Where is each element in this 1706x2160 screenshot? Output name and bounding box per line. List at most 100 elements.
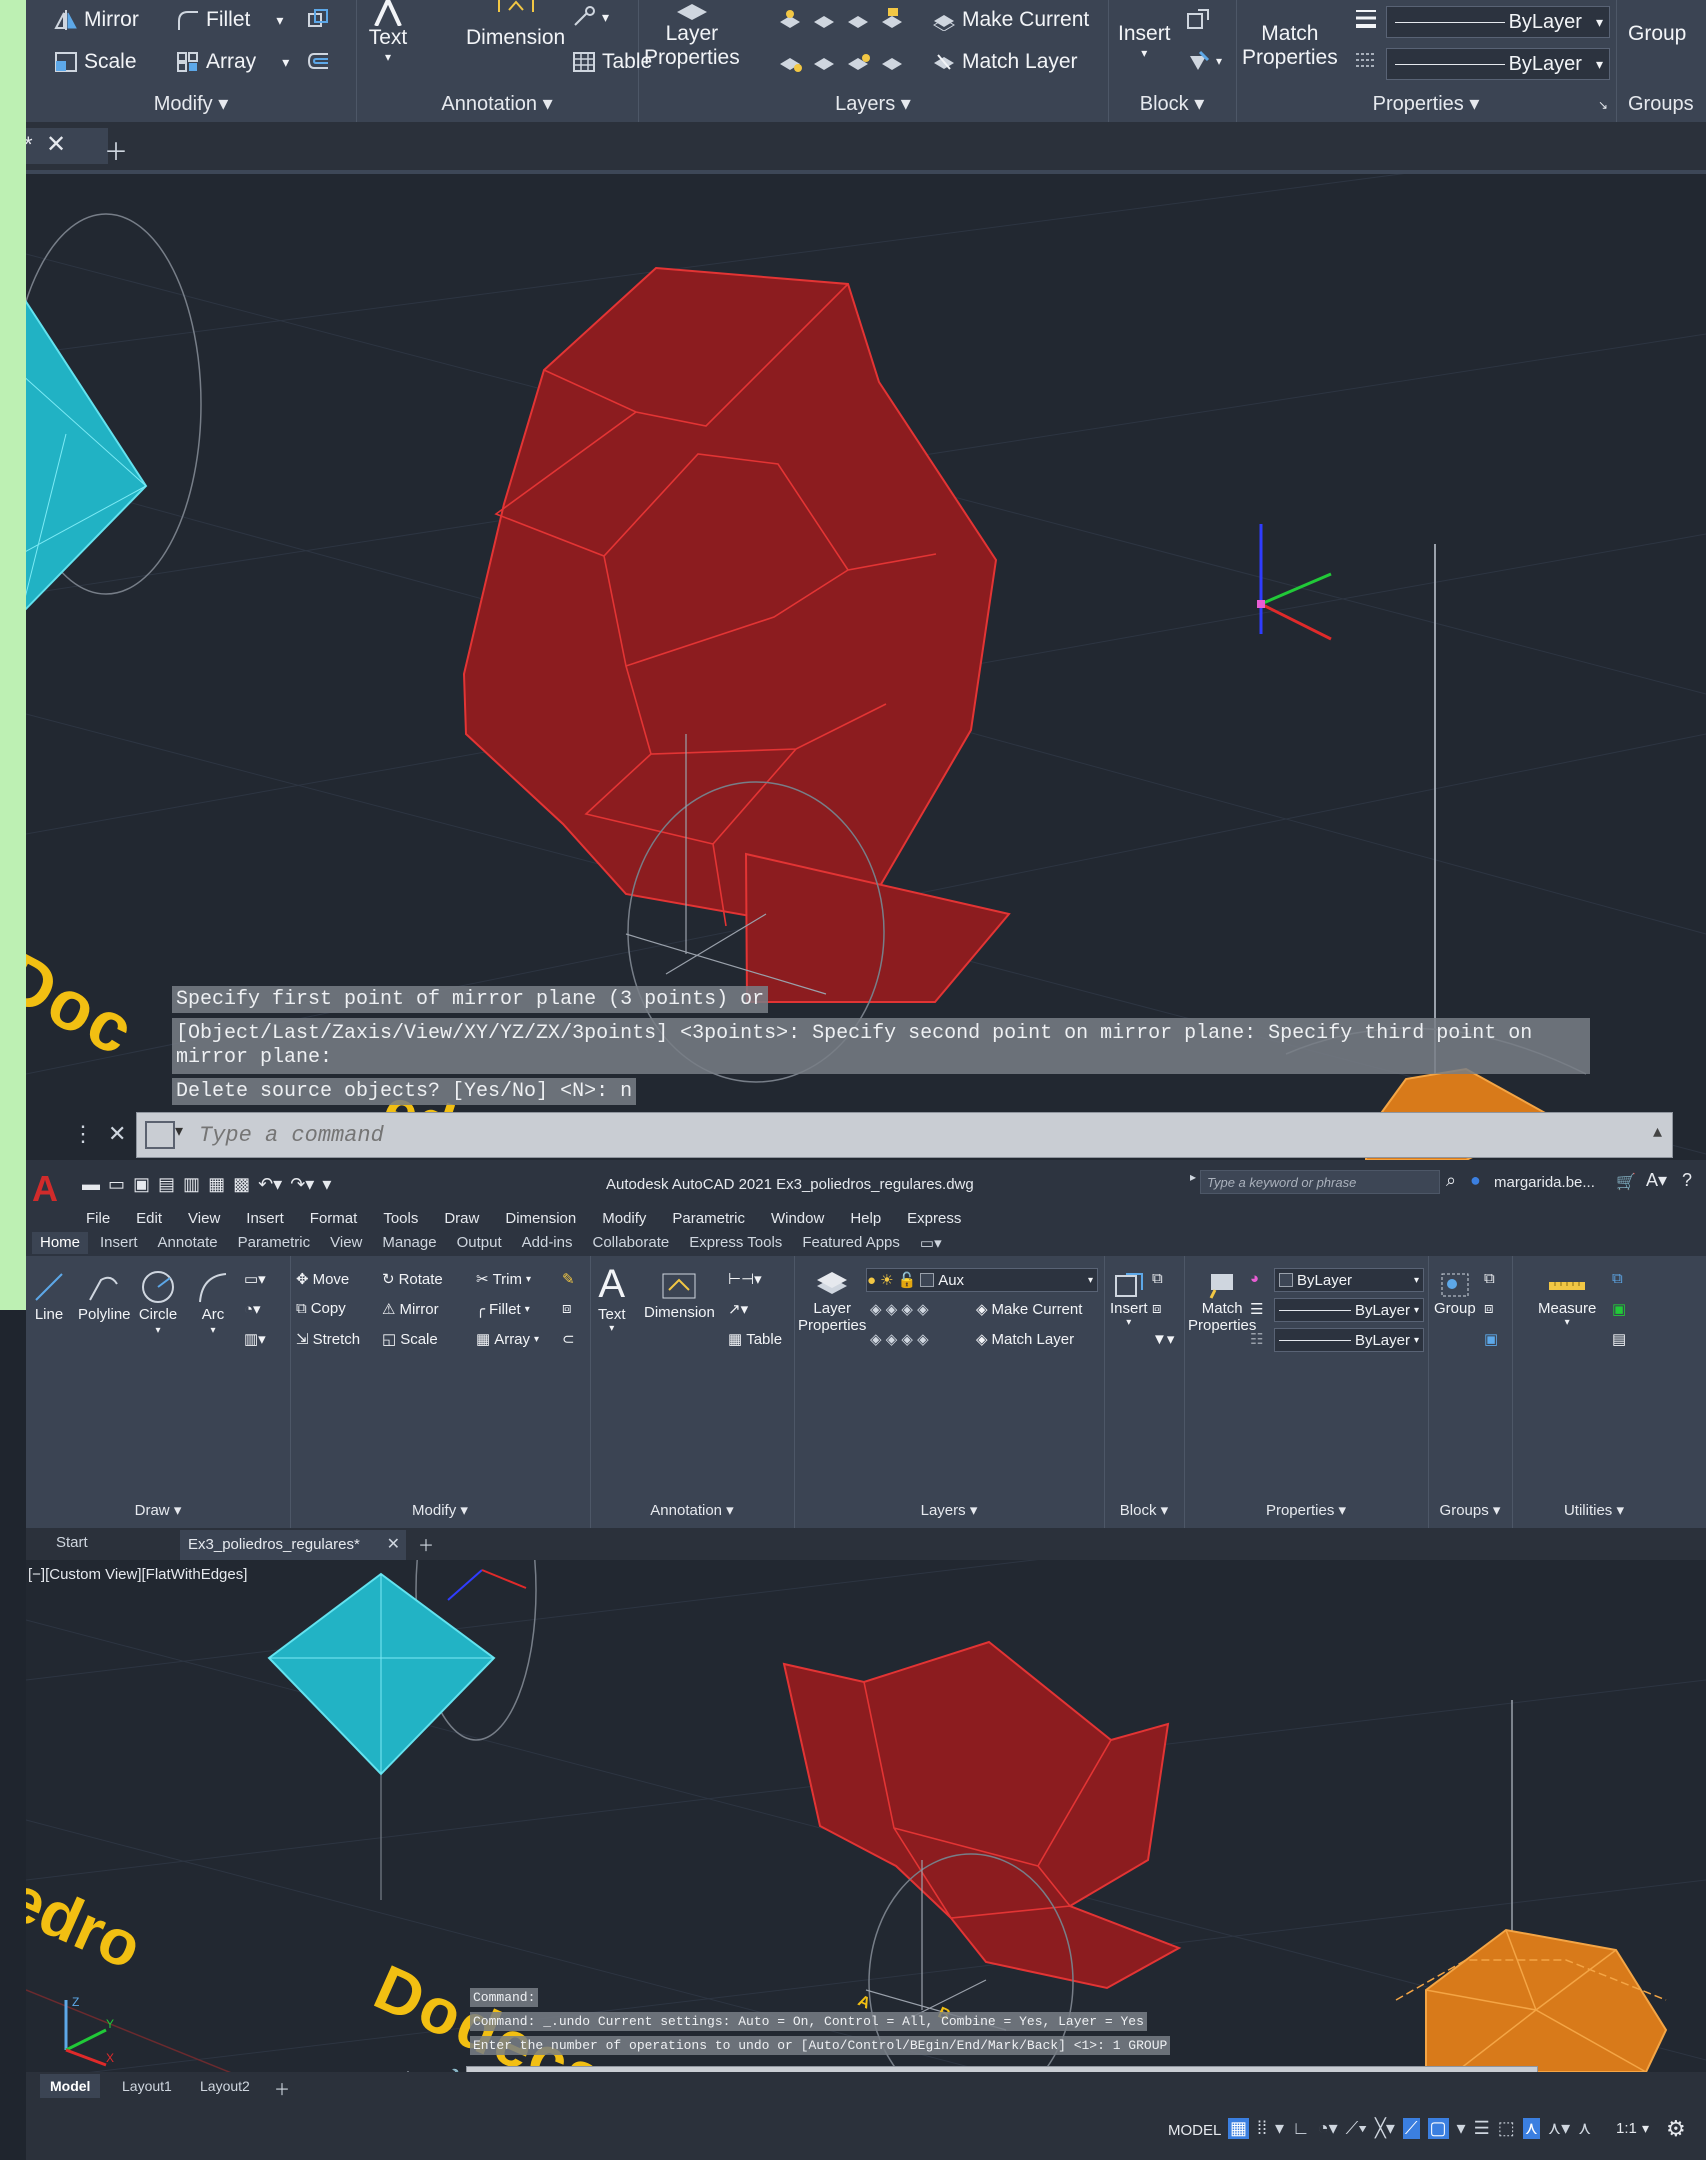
linetype-icon[interactable]: ☷ — [1250, 1330, 1263, 1348]
help-icon[interactable]: ? — [1682, 1170, 1692, 1191]
ribbon-panel-title-block[interactable]: Block ▾ — [1108, 91, 1236, 116]
make-current-button[interactable]: ◈ Make Current — [976, 1300, 1082, 1319]
save-icon[interactable]: ▣ — [133, 1174, 150, 1195]
customize-qat-icon[interactable]: ▾ — [322, 1174, 331, 1195]
chevron-down-icon[interactable]: ▾ — [525, 1304, 530, 1315]
polyline-button[interactable]: Polyline — [78, 1270, 131, 1323]
command-line-bar[interactable]: ▾ ▴ — [136, 1112, 1673, 1158]
explode-button[interactable] — [306, 8, 330, 30]
snap-icon[interactable]: ⁞⁞ — [1257, 2118, 1267, 2139]
lineweight-display-icon[interactable]: ☰ — [1474, 2118, 1490, 2139]
lineweight-icon[interactable]: ☰ — [1250, 1300, 1263, 1318]
edit-block-button[interactable]: ⧈ — [1152, 1300, 1162, 1317]
edit-attributes-button[interactable]: ▾ — [1186, 50, 1222, 72]
edit-attributes-dropdown-icon[interactable]: ▾ — [1216, 54, 1222, 68]
line-button[interactable]: Line — [32, 1270, 66, 1323]
drawing-viewport[interactable]: Doc ed Specify first point of mirror pla… — [26, 174, 1706, 1160]
color-wheel-icon[interactable]: ◕ — [1250, 1270, 1259, 1287]
menu-format[interactable]: Format — [310, 1210, 358, 1227]
ribbon-panel-title-block[interactable]: Block ▾ — [1104, 1501, 1184, 1519]
menu-edit[interactable]: Edit — [136, 1210, 162, 1227]
measure-button[interactable]: Measure ▾ — [1538, 1270, 1596, 1328]
tab-layout2[interactable]: Layout2 — [200, 2078, 250, 2094]
menu-dimension[interactable]: Dimension — [505, 1210, 576, 1227]
make-current-button[interactable]: Make Current — [932, 8, 1089, 32]
menu-modify[interactable]: Modify — [602, 1210, 646, 1227]
create-block-button[interactable]: ⧉ — [1152, 1270, 1163, 1287]
tab-parametric[interactable]: Parametric — [230, 1232, 319, 1254]
tab-view[interactable]: View — [322, 1232, 370, 1254]
chevron-down-icon[interactable]: ▾ — [526, 1274, 531, 1285]
panel-launcher-icon[interactable]: ↘ — [1598, 98, 1608, 112]
match-layer-button[interactable]: Match Layer — [932, 50, 1078, 74]
menu-view[interactable]: View — [188, 1210, 220, 1227]
chevron-down-icon[interactable]: ▾ — [175, 1121, 183, 1141]
new-tab-icon[interactable]: ＋ — [418, 1532, 434, 1556]
command-input[interactable] — [197, 1117, 1621, 1153]
insert-button[interactable]: Insert ▾ — [1110, 1270, 1148, 1328]
ribbon-panel-title-layers[interactable]: Layers ▾ — [638, 91, 1108, 116]
layer-combo[interactable]: ● ☀ 🔓 Aux ▾ — [866, 1268, 1098, 1292]
tab-manage[interactable]: Manage — [374, 1232, 444, 1254]
layer-properties-button[interactable]: Layer Properties — [644, 2, 740, 70]
mirror-button[interactable]: ⚠ Mirror — [382, 1300, 439, 1319]
selection-cycling-icon[interactable]: ⬚ — [1498, 2118, 1515, 2139]
document-tab-active[interactable]: Ex3_poliedros_regulares* ✕ — [180, 1530, 406, 1560]
tab-layout1[interactable]: Layout1 — [122, 2078, 172, 2094]
lineweight-combo[interactable]: ByLayer ▾ — [1386, 6, 1610, 38]
scale-button[interactable]: ◱ Scale — [382, 1330, 438, 1349]
create-block-button[interactable] — [1186, 8, 1210, 30]
ribbon-panel-title-annotation[interactable]: Annotation ▾ — [590, 1501, 794, 1519]
annotation-scale-icon[interactable]: ⋏ — [1578, 2118, 1591, 2139]
save-as-icon[interactable]: ▤ — [158, 1174, 175, 1195]
ortho-icon[interactable]: ∟ — [1292, 2118, 1310, 2139]
tab-collaborate[interactable]: Collaborate — [584, 1232, 677, 1254]
tab-insert[interactable]: Insert — [92, 1232, 146, 1254]
menu-window[interactable]: Window — [771, 1210, 824, 1227]
dimension-button[interactable]: Dimension — [466, 0, 565, 50]
fillet-button[interactable]: ╭ Fillet ▾ — [476, 1300, 530, 1319]
polar-icon[interactable]: ◔▾ — [1318, 2118, 1338, 2139]
boundary-button[interactable]: ▥▾ — [244, 1330, 266, 1348]
lineweight-icon[interactable] — [1354, 8, 1378, 30]
menu-express[interactable]: Express — [907, 1210, 961, 1227]
tab-annotate[interactable]: Annotate — [150, 1232, 226, 1254]
open-file-icon[interactable]: ▭ — [108, 1174, 125, 1195]
group-button[interactable]: Group — [1434, 1270, 1476, 1317]
match-layer-button[interactable]: ◈ Match Layer — [976, 1330, 1074, 1349]
ribbon-panel-title-draw[interactable]: Draw ▾ — [26, 1501, 290, 1519]
array-button[interactable]: Array ▾ — [176, 50, 289, 74]
copy-button[interactable]: ⧉ Copy — [296, 1300, 346, 1317]
tab-model[interactable]: Model — [40, 2074, 101, 2098]
grid-icon[interactable]: ▦ — [1228, 2118, 1250, 2139]
object-snap-tracking-icon[interactable]: ╳▾ — [1375, 2118, 1395, 2139]
cart-icon[interactable]: 🛒 — [1616, 1172, 1636, 1192]
ribbon-panel-title-groups[interactable]: Groups — [1628, 93, 1706, 116]
drawing-viewport[interactable]: [−][Custom View][FlatWithEdges] edro Dod… — [26, 1560, 1706, 2160]
group-button[interactable]: Group — [1628, 22, 1686, 46]
mirror-button[interactable]: Mirror — [54, 8, 139, 32]
group-selection-button[interactable]: ▣ — [1484, 1330, 1498, 1348]
offset-button[interactable]: ⊂ — [562, 1330, 575, 1348]
tab-output[interactable]: Output — [449, 1232, 510, 1254]
circle-button[interactable]: Circle ▾ — [138, 1270, 178, 1336]
lineweight-combo[interactable]: ByLayer ▾ — [1274, 1298, 1424, 1322]
autodesk-app-icon[interactable]: A▾ — [1646, 1170, 1667, 1191]
calculator-button[interactable]: ▤ — [1612, 1330, 1626, 1348]
model-space-toggle[interactable]: MODEL — [1168, 2122, 1221, 2139]
leader-button[interactable]: ↗▾ — [728, 1300, 748, 1318]
layer-tools-row-1[interactable] — [778, 8, 918, 34]
tab-start[interactable]: Start — [56, 1534, 88, 1551]
chevron-right-icon[interactable]: ▸ — [1190, 1170, 1196, 1184]
color-combo[interactable]: ByLayer ▾ — [1274, 1268, 1424, 1292]
arc-button[interactable]: Arc ▾ — [196, 1270, 230, 1336]
menu-parametric[interactable]: Parametric — [672, 1210, 745, 1227]
linetype-combo[interactable]: ByLayer ▾ — [1274, 1328, 1424, 1352]
explode-button[interactable]: ⧈ — [562, 1300, 572, 1317]
layer-tools-row-2[interactable]: ◈ ◈ ◈ ◈ — [870, 1330, 929, 1348]
ribbon-panel-title-properties[interactable]: Properties ▾ — [1236, 91, 1616, 116]
menu-tools[interactable]: Tools — [383, 1210, 418, 1227]
isodraft-icon[interactable]: ⟋▾ — [1346, 2118, 1367, 2139]
undo-icon[interactable]: ↶▾ — [258, 1174, 282, 1195]
chevron-up-icon[interactable]: ▴ — [1653, 1121, 1662, 1142]
